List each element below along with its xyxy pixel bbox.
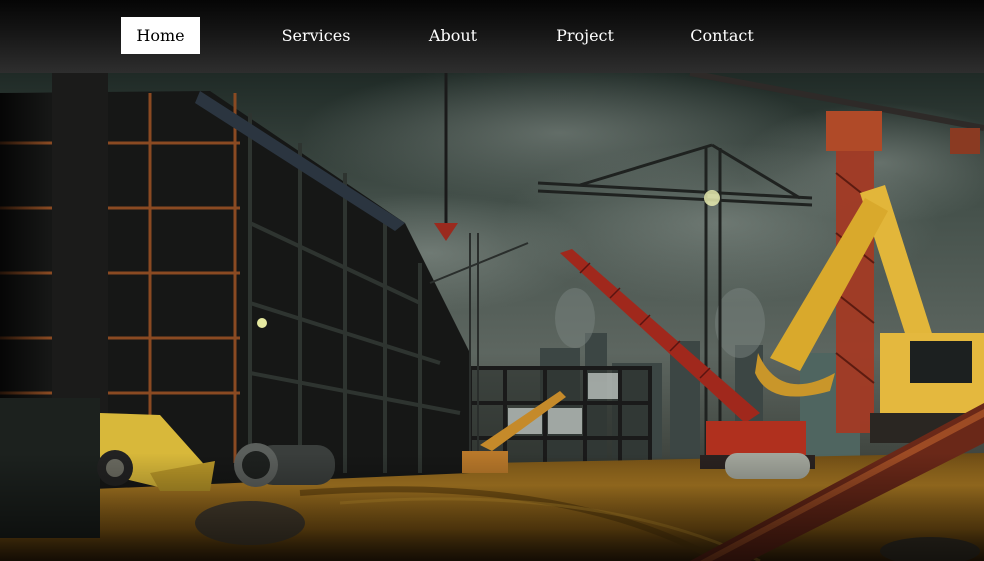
nav-contact-link[interactable]: Contact <box>686 17 758 54</box>
nav-project-link[interactable]: Project <box>550 17 620 54</box>
hero-banner <box>0 73 984 561</box>
top-nav: Home Services About Project Contact <box>0 0 984 73</box>
nav-home-link[interactable]: Home <box>121 17 200 54</box>
nav-services-link[interactable]: Services <box>276 17 356 54</box>
construction-site-illustration <box>0 73 984 561</box>
nav-about-link[interactable]: About <box>420 17 486 54</box>
